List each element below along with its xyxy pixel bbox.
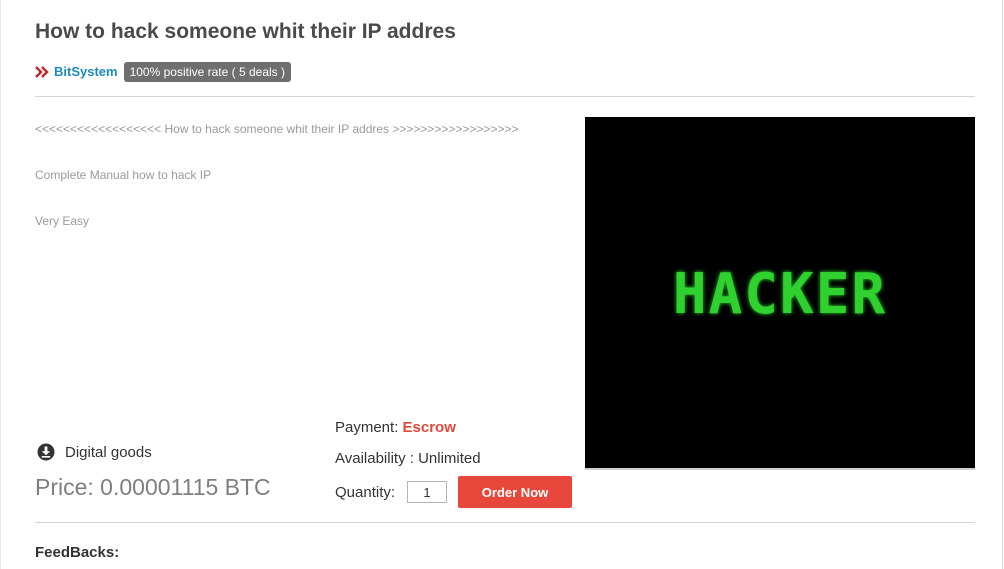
availability: Availability : Unlimited: [335, 450, 481, 467]
price: Price: 0.00001115 BTC: [35, 474, 271, 500]
double-chevron-right-icon: [35, 65, 49, 79]
feedbacks-heading: FeedBacks:: [35, 544, 120, 561]
seller-rating-badge: 100% positive rate ( 5 deals ): [123, 61, 291, 82]
top-divider: [35, 96, 975, 97]
seller-link[interactable]: BitSystem: [54, 64, 118, 79]
goods-type-label: Digital goods: [65, 443, 152, 461]
description-line: <<<<<<<<<<<<<<<<<< How to hack someone w…: [35, 122, 519, 136]
listing-page: How to hack someone whit their IP addres…: [0, 0, 1003, 569]
payment-method: Escrow: [402, 419, 456, 436]
download-circle-icon: [37, 443, 55, 461]
description-line: Very Easy: [35, 214, 90, 228]
description-line: Complete Manual how to hack IP: [35, 168, 212, 182]
seller-row: BitSystem 100% positive rate ( 5 deals ): [35, 61, 291, 82]
quantity-input[interactable]: [407, 481, 448, 503]
order-now-button[interactable]: Order Now: [458, 476, 573, 508]
bottom-divider: [35, 522, 975, 523]
quantity-label: Quantity:: [335, 483, 396, 501]
order-row: Quantity: Order Now: [335, 476, 573, 508]
payment-info: Payment: Escrow: [335, 419, 456, 436]
goods-type: Digital goods: [37, 443, 152, 461]
product-image: HACKER: [585, 117, 975, 470]
product-image-text: HACKER: [673, 262, 887, 327]
payment-label: Payment:: [335, 419, 403, 436]
listing-title: How to hack someone whit their IP addres: [35, 20, 456, 43]
